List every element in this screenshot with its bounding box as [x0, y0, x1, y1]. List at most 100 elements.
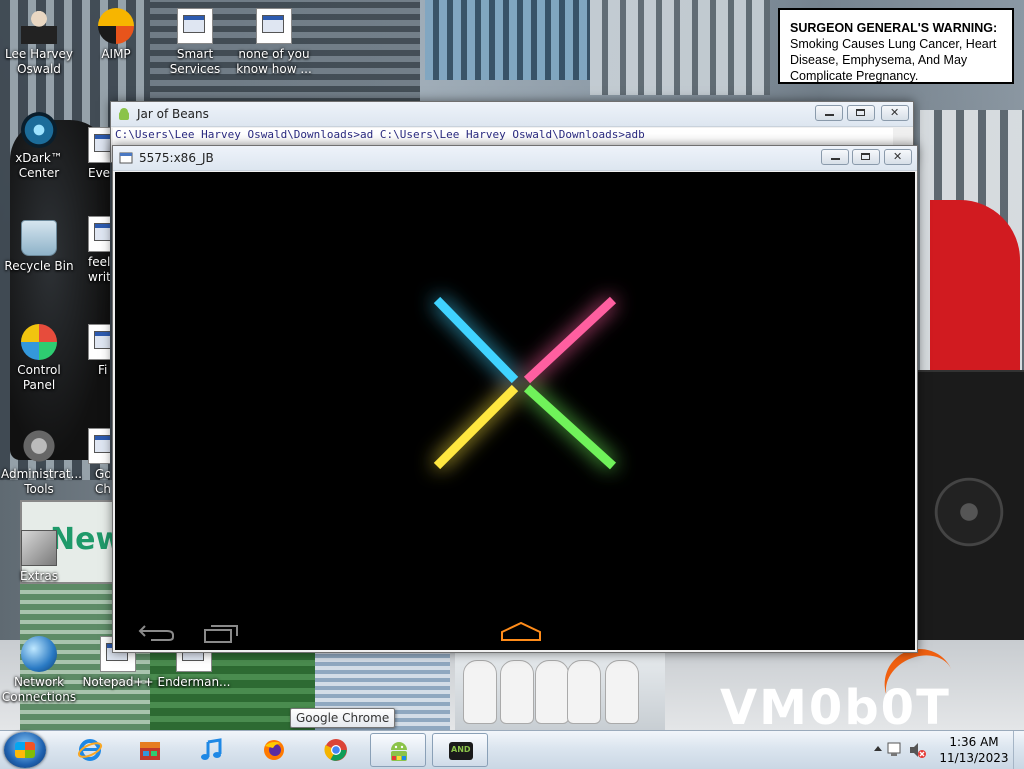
show-hidden-icons-icon[interactable] — [874, 745, 882, 753]
taskbar-google-chrome[interactable] — [308, 733, 364, 767]
taskbar: AND 1:36 AM 11/13/2023 — [0, 730, 1024, 769]
recycle-bin-icon — [21, 220, 57, 256]
clock-date: 11/13/2023 — [939, 751, 1009, 765]
desktop-icon-label: Go Ch — [95, 467, 110, 496]
and-icon-label: AND — [451, 745, 471, 754]
recent-apps-icon[interactable] — [201, 624, 241, 644]
warning-body: Smoking Causes Lung Cancer, Heart Diseas… — [790, 37, 997, 83]
taskbar-emulator[interactable]: AND — [432, 733, 488, 767]
document-icon — [88, 324, 110, 360]
desktop-icon-recycle-bin[interactable]: Recycle Bin — [1, 220, 77, 274]
desktop-icon-lee-harvey-oswald[interactable]: Lee Harvey Oswald — [1, 8, 77, 77]
clock[interactable]: 1:36 AM 11/13/2023 — [934, 734, 1014, 766]
desktop-icon-ever[interactable]: Ever — [80, 127, 110, 181]
minimize-button[interactable] — [821, 149, 849, 165]
desktop-icon-xdark-center[interactable]: xDark™ Center — [1, 112, 77, 181]
desktop-icon-label: none of you know how ... — [236, 47, 312, 76]
emulator-title: 5575:x86_JB — [139, 151, 214, 165]
desktop-icon-network-connections[interactable]: Network Connections — [1, 636, 77, 705]
boot-x-logo — [433, 296, 617, 470]
document-icon — [88, 127, 110, 163]
desktop-icon-label: Enderman... — [157, 675, 231, 689]
firefox-icon — [264, 740, 284, 760]
android-icon — [119, 108, 129, 120]
close-button[interactable] — [884, 149, 912, 165]
desktop-icon-label: xDark™ Center — [15, 151, 63, 180]
taskbar-music[interactable] — [184, 733, 240, 767]
store-icon — [140, 742, 160, 760]
taskbar-jar-of-beans[interactable] — [370, 733, 426, 767]
back-icon[interactable] — [137, 622, 177, 642]
system-tray: 1:36 AM 11/13/2023 — [864, 731, 1024, 769]
desktop-icon-label: Administrat... Tools — [1, 467, 82, 496]
ie-icon — [77, 739, 103, 761]
taskbar-firefox[interactable] — [246, 733, 302, 767]
desktop-icon-label: Extras — [20, 569, 58, 583]
desktop-icon-administrative-tools[interactable]: Administrat... Tools — [1, 428, 82, 497]
document-icon — [256, 8, 292, 44]
close-button[interactable] — [881, 105, 909, 121]
android-boot-animation — [433, 296, 617, 470]
desktop-icon-label: AIMP — [101, 47, 131, 61]
desktop-icon-aimp[interactable]: AIMP — [78, 8, 154, 62]
jar-of-beans-title: Jar of Beans — [137, 107, 209, 121]
desktop-icon-label: Ever — [88, 166, 110, 180]
boot-x-stroke-cyan — [433, 296, 519, 384]
person-icon — [21, 8, 57, 44]
control-panel-icon — [21, 324, 57, 360]
wallpaper-building — [425, 0, 590, 80]
maximize-button[interactable] — [852, 149, 880, 165]
wallpaper-speaker — [915, 370, 1024, 644]
desktop-icon-none-of-you[interactable]: none of you know how ... — [234, 8, 314, 77]
desktop-icon-label: Notepad++ — [82, 675, 154, 689]
desktop-icon-label: Fi — [98, 363, 108, 377]
emulator-window[interactable]: 5575:x86_JB — [112, 145, 918, 653]
android-icon — [391, 742, 407, 761]
admin-tools-icon — [21, 428, 57, 464]
home-icon[interactable] — [499, 620, 543, 644]
start-button[interactable] — [4, 732, 46, 768]
extras-icon — [21, 530, 57, 566]
desktop-icon-label: Recycle Bin — [4, 259, 74, 273]
desktop-icon-label: feel writ — [88, 255, 110, 284]
wallpaper-building — [590, 0, 770, 95]
gear-doc-icon — [177, 8, 213, 44]
desktop-icon-go-ch[interactable]: Go Ch — [80, 428, 110, 497]
show-desktop-button[interactable] — [1013, 731, 1024, 769]
wallpaper-toilets — [455, 650, 665, 730]
document-icon — [88, 216, 110, 252]
emulator-titlebar[interactable]: 5575:x86_JB — [113, 146, 917, 171]
minimize-button[interactable] — [815, 105, 843, 121]
window-icon — [119, 152, 133, 164]
desktop-icon-label: Network Connections — [1, 675, 77, 704]
warning-heading: SURGEON GENERAL'S WARNING: — [790, 21, 998, 35]
taskbar-tooltip: Google Chrome — [290, 708, 396, 728]
surgeon-general-warning: SURGEON GENERAL'S WARNING: Smoking Cause… — [778, 8, 1014, 84]
desktop-icon-smart-services[interactable]: Smart Services — [157, 8, 233, 77]
desktop-icon-control-panel[interactable]: Control Panel — [1, 324, 77, 393]
desktop-icon-feel-writ[interactable]: feel writ — [80, 216, 110, 285]
desktop-icon-extras[interactable]: Extras — [1, 530, 77, 584]
maximize-button[interactable] — [847, 105, 875, 121]
aimp-icon — [98, 8, 134, 44]
boot-x-stroke-green — [523, 384, 617, 470]
wallpaper-red-shape — [930, 200, 1020, 370]
android-screen[interactable] — [115, 172, 915, 650]
taskbar-internet-explorer[interactable] — [62, 733, 118, 767]
document-icon — [88, 428, 110, 464]
volume-muted-icon[interactable] — [908, 741, 926, 759]
taskbar-store[interactable] — [122, 733, 178, 767]
desktop-icon-label: Smart Services — [169, 47, 221, 76]
chrome-icon — [324, 739, 347, 761]
network-icon — [21, 636, 57, 672]
boot-x-stroke-pink — [523, 296, 617, 384]
boot-x-stroke-yellow — [433, 384, 519, 470]
desktop-icon-label: Control Panel — [17, 363, 61, 392]
music-icon — [201, 738, 222, 760]
desktop-icon-label: Lee Harvey Oswald — [5, 47, 73, 76]
action-center-flag-icon[interactable] — [886, 741, 904, 759]
desktop-icon-fi[interactable]: Fi — [80, 324, 110, 378]
jar-of-beans-titlebar[interactable]: Jar of Beans — [111, 102, 913, 127]
wallpaper-logo-text: VM0b0T — [720, 680, 951, 730]
clock-time: 1:36 AM — [949, 735, 999, 749]
